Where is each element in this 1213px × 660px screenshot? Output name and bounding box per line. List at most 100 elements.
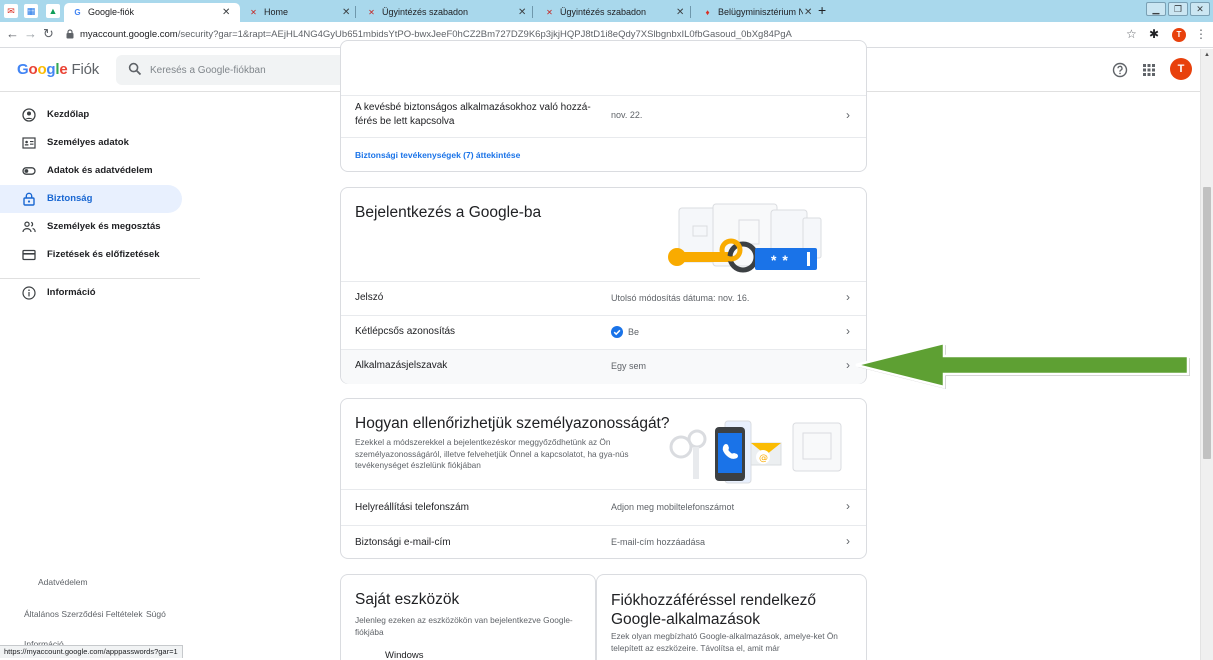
scrollbar-thumb[interactable] [1203,187,1211,459]
two-step-value: Be [628,327,640,337]
app-passwords-value: Egy sem [611,361,647,371]
tab-separator [355,6,356,18]
third-party-card-title: Fiókhozzáféréssel rendelkező Google-alka… [611,592,817,628]
browser-profile-avatar[interactable]: T [1172,28,1186,42]
devices-card[interactable]: Saját eszközök Jelenleg ezeken az eszköz… [340,574,596,660]
sidebar-item-label: Személyek és megosztás [47,221,161,232]
forward-arrow-icon[interactable]: → [24,26,37,42]
tab-close-icon[interactable]: ✕ [518,3,526,22]
password-mask-text: * * [771,252,789,268]
tab-ugyintezes-1[interactable]: ✕ Ügyintézés szabadon ✕ [358,3,532,22]
extensions-puzzle-icon[interactable]: ✱ [1149,27,1159,41]
bookmark-star-icon[interactable]: ☆ [1126,27,1137,41]
apps-grid-icon[interactable] [1142,63,1156,77]
credit-card-icon [22,249,36,261]
activity-description: A kevésbé biztonságos alkalmazásokhoz va… [355,102,591,127]
tab-ugyintezes-2[interactable]: ✕ Ügyintézés szabadon ✕ [536,3,690,22]
tab-google-account[interactable]: G Google-fiók ✕ [64,3,240,22]
toggle-icon [22,167,36,175]
google-favicon-icon: G [74,8,81,17]
sidebar-item-security[interactable]: Biztonság [0,185,182,213]
svg-text:@: @ [759,454,768,464]
activity-row[interactable]: A kevésbé biztonságos alkalmazásokhoz va… [341,95,866,137]
tab-close-icon[interactable]: ✕ [676,3,684,22]
new-tab-button[interactable]: + [818,2,826,18]
tab-title: Belügyminisztérium Nyilvántartá [718,7,803,17]
third-party-apps-card[interactable]: Fiókhozzáféréssel rendelkező Google-alka… [596,574,867,660]
tab-separator [690,6,691,18]
maximize-icon[interactable]: ❐ [1168,2,1188,16]
search-icon[interactable] [128,62,142,76]
recovery-email-row[interactable]: Biztonsági e-mail-cím E-mail-cím hozzáad… [341,525,866,559]
recovery-email-value: E-mail-cím hozzáadása [611,537,706,547]
two-step-verification-row[interactable]: Kétlépcsős azonosítás Be › [341,315,866,349]
tab-separator [532,6,533,18]
tab-strip: ✉ ▦ ▲ G Google-fiók ✕ ✕ Home ✕ ✕ Ügyinté… [0,0,1213,22]
sidebar-item-about[interactable]: Információ [0,279,182,307]
help-icon[interactable] [1112,62,1128,78]
tab-close-icon[interactable]: ✕ [804,3,812,22]
pinned-tab-app-icon[interactable]: ✉ [4,4,18,18]
app-passwords-row[interactable]: Alkalmazásjelszavak Egy sem › [341,349,866,384]
annotation-arrow-icon [855,341,1190,389]
devices-card-description: Jelenleg ezeken az eszközökön van bejele… [355,615,573,637]
tab-close-icon[interactable]: ✕ [342,3,350,22]
url-host: myaccount.google.com [80,29,178,40]
pinned-tab-calendar-icon[interactable]: ▦ [24,4,38,18]
footer-terms-link[interactable]: Általános Szerződési Feltételek [24,609,143,619]
close-window-icon[interactable]: ✕ [1190,2,1210,16]
site-favicon-icon: ✕ [368,8,375,17]
tab-title: Ügyintézés szabadon [382,7,469,17]
sidebar-nav: Kezdőlap Személyes adatok Adatok és adat… [0,93,200,660]
sidebar-item-label: Fizetések és előfizetések [47,249,160,260]
verification-illustration: @ [669,420,842,484]
url-path: /security?gar=1&rapt=AEjHL4NG4GyUb651mbi… [177,29,792,40]
identity-verification-card: Hogyan ellenőrizhetjük személyazonosságá… [340,398,867,559]
page-scrollbar[interactable]: ▲ [1200,49,1213,660]
recovery-phone-row[interactable]: Helyreállítási telefonszám Adjon meg mob… [341,489,866,525]
reload-icon[interactable]: ↻ [43,26,54,42]
app-passwords-label: Alkalmazásjelszavak [355,360,448,371]
sidebar-item-people-sharing[interactable]: Személyek és megosztás [0,213,182,241]
browser-window: ✉ ▦ ▲ G Google-fiók ✕ ✕ Home ✕ ✕ Ügyinté… [0,0,1213,660]
minimize-icon[interactable]: ▁ [1146,2,1166,16]
review-activity-link[interactable]: Biztonsági tevékenységek (7) áttekintése [355,150,520,160]
tab-belugyminiszterium[interactable]: ♦ Belügyminisztérium Nyilvántartá ✕ [694,3,812,22]
verify-card-description: Ezekkel a módszerekkel a bejelentkezésko… [355,437,629,470]
google-account-logo[interactable]: Google Fiók [17,61,99,79]
info-icon [22,286,36,300]
footer-privacy-link[interactable]: Adatvédelem [38,577,88,587]
tab-close-icon[interactable]: ✕ [222,3,230,22]
activity-review-row[interactable]: Biztonsági tevékenységek (7) áttekintése [341,137,866,172]
site-favicon-icon: ✕ [546,8,553,17]
sidebar-item-home[interactable]: Kezdőlap [0,101,182,129]
verify-card-title: Hogyan ellenőrizhetjük személyazonosságá… [355,415,670,432]
signin-card-title: Bejelentkezés a Google-ba [355,204,542,221]
tab-title: Home [264,7,289,17]
people-icon [22,221,36,233]
sidebar-item-payments[interactable]: Fizetések és előfizetések [0,241,182,269]
recovery-email-label: Biztonsági e-mail-cím [355,537,451,548]
footer-help-link[interactable]: Súgó [146,609,166,619]
home-icon [22,108,36,122]
password-row[interactable]: Jelszó Utolsó módosítás dátuma: nov. 16.… [341,281,866,315]
pinned-tab-drive-icon[interactable]: ▲ [46,4,60,18]
sidebar-item-label: Információ [47,287,96,298]
chevron-right-icon: › [846,499,850,513]
browser-menu-icon[interactable]: ⋮ [1195,27,1207,41]
product-name: Fiók [71,61,100,78]
signin-card: Bejelentkezés a Google-ba * * Jelszó Uto… [340,187,867,384]
two-step-label: Kétlépcsős azonosítás [355,326,456,337]
scroll-up-arrow-icon[interactable]: ▲ [1204,52,1210,58]
account-avatar[interactable]: T [1170,58,1192,80]
tab-home[interactable]: ✕ Home ✕ [240,3,352,22]
chevron-right-icon: › [846,108,850,122]
third-party-card-description: Ezek olyan megbízható Google-alkalmazáso… [611,631,838,653]
security-activity-card: A kevésbé biztonságos alkalmazásokhoz va… [340,40,867,172]
sidebar-item-personal-info[interactable]: Személyes adatok [0,129,182,157]
sidebar-item-label: Kezdőlap [47,109,90,120]
back-arrow-icon[interactable]: ← [6,26,19,42]
sidebar-item-data-privacy[interactable]: Adatok és adatvédelem [0,157,182,185]
device-name[interactable]: Windows [385,650,424,660]
check-circle-icon [611,326,623,338]
